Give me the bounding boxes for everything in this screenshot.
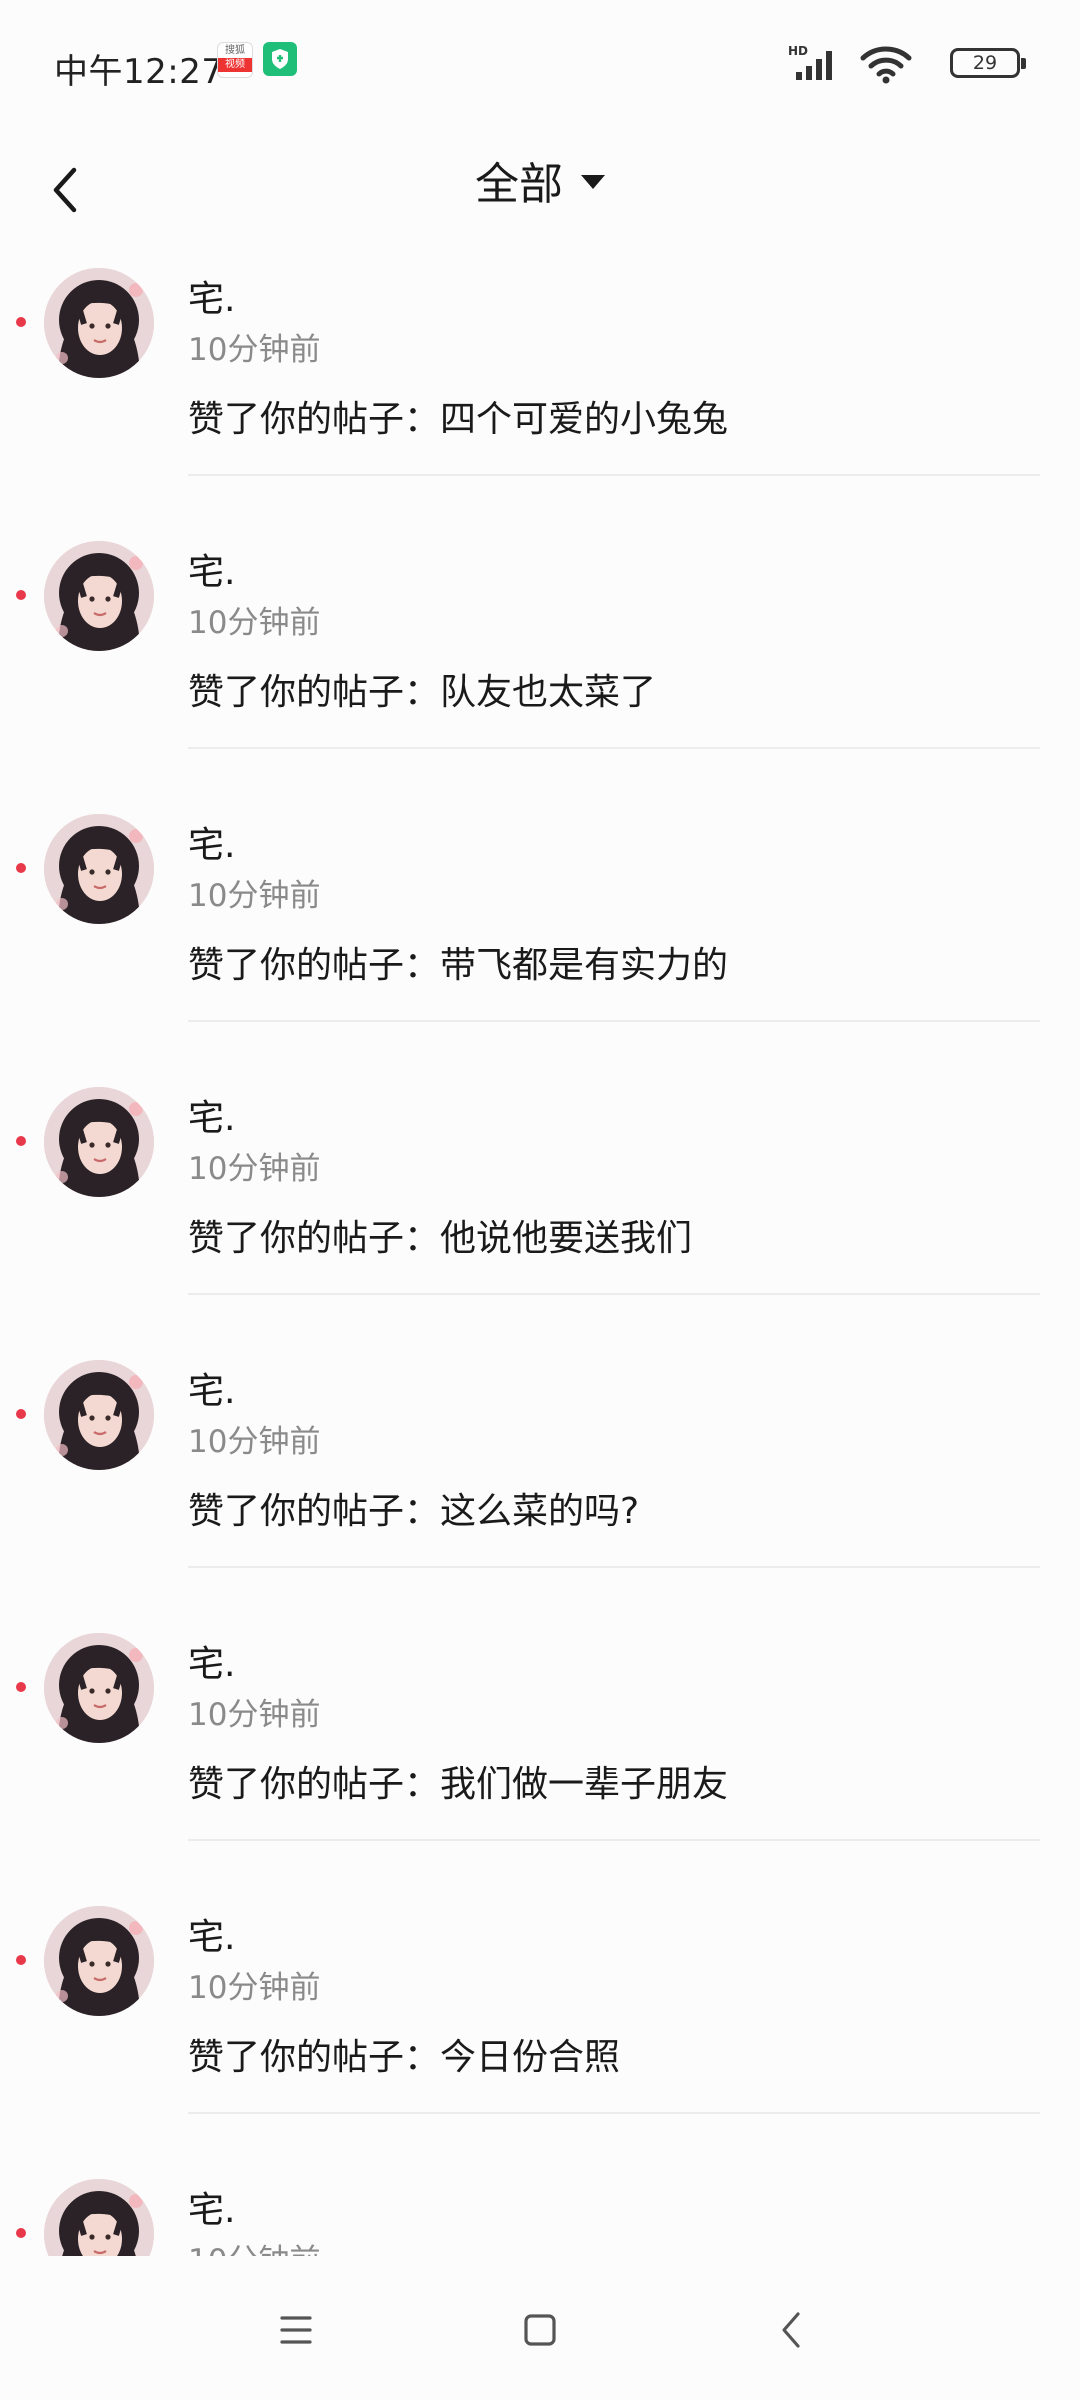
- system-nav-bar: [0, 2270, 1080, 2400]
- unread-dot: [16, 1955, 26, 1965]
- sohu-icon-top-text: 搜狐: [225, 45, 245, 56]
- home-button[interactable]: [510, 2300, 570, 2360]
- header: 全部: [0, 130, 1080, 250]
- notification-message: 赞了你的帖子：四个可爱的小兔兔: [188, 399, 729, 440]
- timestamp: 10分钟前: [188, 1424, 321, 1460]
- timestamp: 10分钟前: [188, 1970, 321, 2006]
- divider: [188, 2112, 1040, 2114]
- battery-level: 29: [972, 52, 998, 74]
- username[interactable]: 宅.: [188, 1089, 235, 1141]
- divider: [188, 1293, 1040, 1295]
- timestamp: 10分钟前: [188, 1697, 321, 1733]
- timestamp: 10分钟前: [188, 878, 321, 914]
- hd-label: HD: [788, 44, 809, 58]
- notification-message: 赞了你的帖子：带飞都是有实力的: [188, 945, 729, 986]
- wifi-icon: [860, 46, 912, 84]
- username[interactable]: 宅.: [188, 1362, 235, 1414]
- sohu-video-icon: 搜狐 视频: [217, 42, 253, 78]
- notification-list[interactable]: 宅. 10分钟前 赞了你的帖子：四个可爱的小兔兔 宅. 10分钟前 赞了你的帖子…: [0, 260, 1080, 2256]
- username[interactable]: 宅.: [188, 1908, 235, 1960]
- status-time: 中午12:27: [54, 52, 224, 92]
- menu-icon: [280, 2316, 312, 2344]
- avatar[interactable]: [44, 1633, 154, 1743]
- unread-dot: [16, 863, 26, 873]
- divider: [188, 1839, 1040, 1841]
- timestamp: 10分钟前: [188, 332, 321, 368]
- divider: [188, 474, 1040, 476]
- list-item[interactable]: 宅. 10分钟前 赞了你的帖子：这么菜的吗?: [0, 1352, 1080, 1625]
- list-item[interactable]: 宅. 10分钟前 赞了你的帖子：我们做一辈子朋友: [0, 1625, 1080, 1898]
- avatar[interactable]: [44, 541, 154, 651]
- notification-message: 赞了你的帖子：他说他要送我们: [188, 1218, 693, 1259]
- status-bar: 中午12:27 搜狐 视频 HD 29: [0, 0, 1080, 130]
- notification-message: 赞了你的帖子：队友也太菜了: [188, 672, 657, 713]
- avatar[interactable]: [44, 1360, 154, 1470]
- notification-message: 赞了你的帖子：今日份合照: [188, 2037, 621, 2078]
- square-home-icon: [524, 2314, 556, 2346]
- notification-message: 赞了你的帖子：这么菜的吗?: [188, 1491, 640, 1532]
- list-item[interactable]: 宅. 10分钟前 赞了你的帖子：四个可爱的小兔兔: [0, 260, 1080, 533]
- timestamp: 10分钟前: [188, 2235, 320, 2256]
- list-item[interactable]: 宅. 10分钟前: [0, 2171, 1080, 2256]
- unread-dot: [16, 590, 26, 600]
- unread-dot: [16, 2228, 26, 2238]
- page-title: 全部: [475, 159, 563, 210]
- username[interactable]: 宅.: [188, 816, 235, 868]
- unread-dot: [16, 1682, 26, 1692]
- nav-back-button[interactable]: [762, 2300, 822, 2360]
- divider: [188, 1020, 1040, 1022]
- avatar[interactable]: [44, 1087, 154, 1197]
- unread-dot: [16, 1136, 26, 1146]
- notification-message: 赞了你的帖子：我们做一辈子朋友: [188, 1764, 729, 1805]
- battery-icon: 29: [950, 48, 1026, 78]
- caret-down-icon: [581, 175, 605, 189]
- menu-button[interactable]: [266, 2300, 326, 2360]
- filter-dropdown[interactable]: 全部: [0, 140, 1080, 230]
- list-item[interactable]: 宅. 10分钟前 赞了你的帖子：队友也太菜了: [0, 533, 1080, 806]
- list-item[interactable]: 宅. 10分钟前 赞了你的帖子：带飞都是有实力的: [0, 806, 1080, 1079]
- username[interactable]: 宅.: [188, 270, 235, 322]
- divider: [188, 747, 1040, 749]
- username[interactable]: 宅.: [188, 543, 235, 595]
- list-item[interactable]: 宅. 10分钟前 赞了你的帖子：今日份合照: [0, 1898, 1080, 2171]
- shield-icon: [263, 42, 297, 76]
- sohu-icon-bottom-text: 视频: [218, 58, 252, 72]
- back-triangle-icon: [782, 2312, 800, 2348]
- avatar[interactable]: [44, 2179, 154, 2256]
- timestamp: 10分钟前: [188, 605, 321, 641]
- unread-dot: [16, 1409, 26, 1419]
- avatar[interactable]: [44, 1906, 154, 2016]
- timestamp: 10分钟前: [188, 1151, 321, 1187]
- unread-dot: [16, 317, 26, 327]
- list-item[interactable]: 宅. 10分钟前 赞了你的帖子：他说他要送我们: [0, 1079, 1080, 1352]
- avatar[interactable]: [44, 268, 154, 378]
- username[interactable]: 宅.: [188, 1635, 235, 1687]
- avatar[interactable]: [44, 814, 154, 924]
- cellular-signal-icon: HD: [788, 44, 842, 84]
- divider: [188, 1566, 1040, 1568]
- username[interactable]: 宅.: [188, 2181, 235, 2233]
